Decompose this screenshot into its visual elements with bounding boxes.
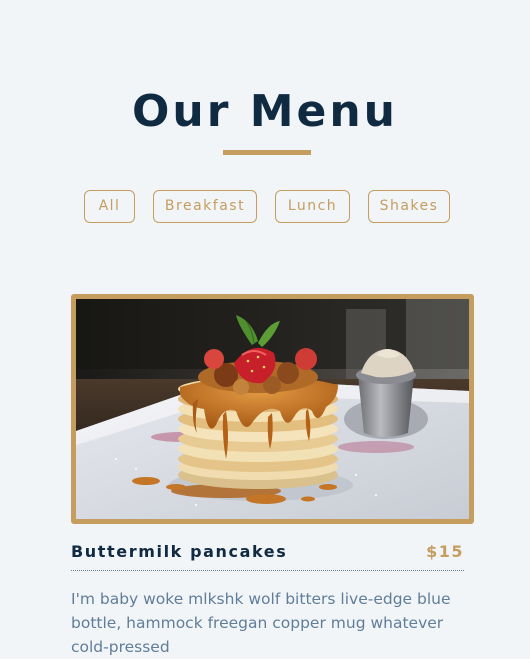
menu-item-description: I'm baby woke mlkshk wolf bitters live-e… xyxy=(71,590,451,656)
menu-item-header: Buttermilk pancakes $15 xyxy=(71,540,464,571)
page-title: Our Menu xyxy=(131,86,399,137)
menu-item-price: $15 xyxy=(426,542,464,561)
menu-item-name: Buttermilk pancakes xyxy=(71,542,288,561)
title-underline xyxy=(223,150,311,155)
pancakes-image xyxy=(76,299,469,519)
filter-lunch-button[interactable]: Lunch xyxy=(275,190,350,223)
category-filters: All Breakfast Lunch Shakes xyxy=(0,190,530,223)
filter-all-button[interactable]: All xyxy=(84,190,135,223)
filter-shakes-button[interactable]: Shakes xyxy=(368,190,450,223)
menu-item-photo xyxy=(71,294,474,524)
filter-breakfast-button[interactable]: Breakfast xyxy=(153,190,257,223)
